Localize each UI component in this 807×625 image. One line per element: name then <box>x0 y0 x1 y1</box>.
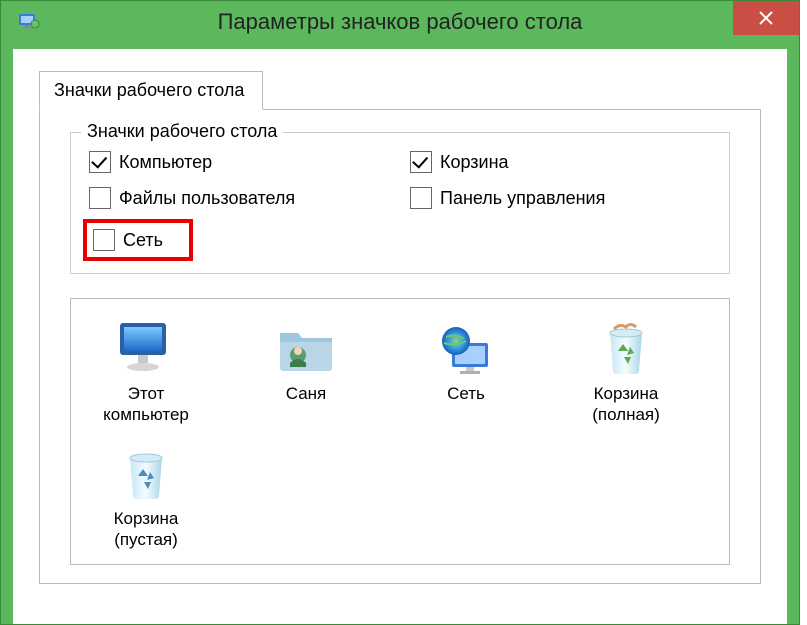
network-icon <box>434 319 498 377</box>
tab-label: Значки рабочего стола <box>54 80 244 100</box>
highlight-annotation: Сеть <box>83 219 193 261</box>
recycle-bin-empty-icon <box>114 444 178 502</box>
icon-item-recycle-full[interactable]: Корзина (полная) <box>561 315 691 430</box>
icon-item-network[interactable]: Сеть <box>401 315 531 430</box>
client-area: Значки рабочего стола Значки рабочего ст… <box>13 49 787 624</box>
close-icon <box>759 11 773 25</box>
icon-label: Корзина (полная) <box>592 383 660 426</box>
icon-label: Саня <box>286 383 327 404</box>
checkbox-label: Файлы пользователя <box>119 188 295 209</box>
icon-label: Корзина (пустая) <box>114 508 179 551</box>
checkbox-icon <box>410 151 432 173</box>
recycle-bin-full-icon <box>594 319 658 377</box>
tab-control: Значки рабочего стола Значки рабочего ст… <box>39 71 761 584</box>
dialog-window: Параметры значков рабочего стола Значки … <box>0 0 800 625</box>
checkbox-label: Компьютер <box>119 152 212 173</box>
icon-label: Сеть <box>447 383 485 404</box>
icon-item-thispc[interactable]: Этот компьютер <box>81 315 211 430</box>
checkbox-icon <box>89 151 111 173</box>
tab-panel: Значки рабочего стола Компьютер Корзина <box>39 109 761 584</box>
tab-desktop-icons[interactable]: Значки рабочего стола <box>39 71 263 110</box>
icon-label: Этот компьютер <box>103 383 189 426</box>
titlebar: Параметры значков рабочего стола <box>1 1 799 43</box>
checkbox-label: Корзина <box>440 152 509 173</box>
checkbox-recyclebin[interactable]: Корзина <box>410 151 711 173</box>
checkbox-computer[interactable]: Компьютер <box>89 151 390 173</box>
checkbox-icon <box>93 229 115 251</box>
computer-icon <box>114 319 178 377</box>
checkbox-icon <box>410 187 432 209</box>
checkbox-network[interactable]: Сеть <box>93 229 163 251</box>
checkbox-controlpanel[interactable]: Панель управления <box>410 187 711 209</box>
display-settings-icon <box>17 10 41 34</box>
window-title: Параметры значков рабочего стола <box>218 9 583 35</box>
close-button[interactable] <box>733 1 799 35</box>
checkbox-userfiles[interactable]: Файлы пользователя <box>89 187 390 209</box>
checkbox-label: Панель управления <box>440 188 605 209</box>
icon-item-user[interactable]: Саня <box>241 315 371 430</box>
desktop-icons-groupbox: Значки рабочего стола Компьютер Корзина <box>70 132 730 274</box>
groupbox-title: Значки рабочего стола <box>81 121 283 142</box>
checkbox-label: Сеть <box>123 230 163 251</box>
icon-preview-list: Этот компьютер Саня <box>70 298 730 565</box>
user-folder-icon <box>274 319 338 377</box>
icon-item-recycle-empty[interactable]: Корзина (пустая) <box>81 440 211 555</box>
checkbox-icon <box>89 187 111 209</box>
